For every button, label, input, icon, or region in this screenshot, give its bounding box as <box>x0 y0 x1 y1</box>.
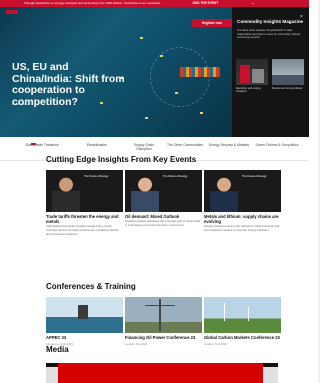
insight-image[interactable]: The Future of Energy <box>46 170 123 212</box>
conference-image[interactable] <box>204 297 281 333</box>
conference-card[interactable]: Financing Oil Power Conference 23 London… <box>125 297 202 346</box>
insight-image-label: The Future of Energy <box>163 175 188 178</box>
conference-image[interactable] <box>46 297 123 333</box>
magazine-caption[interactable]: Metals and mining outlook <box>272 87 304 90</box>
register-button[interactable]: Register now <box>192 19 232 27</box>
join-event-link[interactable]: JOIN THE EVENT <box>192 0 218 7</box>
magazine-thumb[interactable] <box>272 59 304 85</box>
ship-graphic <box>140 37 143 39</box>
magazine-thumb[interactable] <box>236 59 268 85</box>
conference-title[interactable]: Financing Oil Power Conference 23 <box>125 335 202 340</box>
ship-wake-graphic <box>150 47 210 107</box>
insight-card[interactable]: The Future of Energy Trade tariffs threa… <box>46 170 123 237</box>
conference-card[interactable]: APPEC 23 Singapore, Sept 2023 <box>46 297 123 346</box>
section-title-insights: Cutting Edge Insights From Key Events <box>46 155 197 164</box>
nav-item[interactable]: Supply Chain Disruption <box>126 143 162 151</box>
conference-meta: London, Oct 2023 <box>125 342 148 347</box>
magazine-panel: × Commodity Insights Magazine Our latest… <box>232 7 309 137</box>
insight-image-label: The Future of Energy <box>242 175 267 178</box>
ship-graphic <box>175 92 178 94</box>
ship-graphic <box>145 117 148 119</box>
top-banner-text: Thought leadership on energy, transport … <box>24 1 161 5</box>
nav-item[interactable]: Green Futures & Geopolitics <box>252 143 302 147</box>
container-ship-graphic <box>180 67 220 77</box>
insight-title[interactable]: Trade tariffs threaten the energy and me… <box>46 214 123 224</box>
ship-graphic <box>200 112 203 114</box>
magazine-title[interactable]: Commodity Insights Magazine <box>237 19 303 24</box>
conference-title[interactable]: APPEC 23 <box>46 335 123 340</box>
conference-image[interactable] <box>125 297 202 333</box>
nav-item[interactable]: Sustainable Transition <box>22 143 62 147</box>
conference-title[interactable]: Global Carbon Markets Conference 23 <box>204 335 281 340</box>
insight-description: A leading analyst discusses the uncertai… <box>125 219 200 227</box>
site-logo[interactable] <box>6 10 18 14</box>
magazine-description: Our latest issue explores the global shi… <box>237 29 301 40</box>
hero-banner[interactable]: Register now US, EU and China/India: Shi… <box>0 7 232 137</box>
insight-image[interactable]: The Future of Energy <box>125 170 202 212</box>
insight-title[interactable]: Metals and lithium: supply chains are ev… <box>204 214 281 224</box>
nav-item[interactable]: Energy Security & Markets <box>207 143 251 147</box>
top-banner: Thought leadership on energy, transport … <box>0 0 309 7</box>
banner-arrow-icon[interactable]: » <box>252 0 254 7</box>
section-title-media: Media <box>46 345 69 354</box>
conference-card[interactable]: Global Carbon Markets Conference 23 Lond… <box>204 297 281 346</box>
media-banner[interactable] <box>46 363 278 383</box>
nav-item[interactable]: Electrification <box>80 143 114 147</box>
hero-read-more[interactable]: Read more » <box>12 102 29 106</box>
insight-card[interactable]: The Future of Energy Oil demand: Mixed O… <box>125 170 202 228</box>
insight-card[interactable]: The Future of Energy Metals and lithium:… <box>204 170 281 233</box>
insight-image-label: The Future of Energy <box>84 175 109 178</box>
insight-description: S&P Global Commodity Insights speaks wit… <box>46 224 119 236</box>
section-title-conferences: Conferences & Training <box>46 282 136 291</box>
conference-meta: London, Nov 2023 <box>204 342 227 347</box>
ship-graphic <box>160 55 163 57</box>
nav-item[interactable]: The Other Commodities <box>165 143 205 147</box>
magazine-caption[interactable]: Electricity and energy transition <box>236 87 268 94</box>
insight-description: Industry leaders examine the outlook for… <box>204 224 280 233</box>
media-banner-image[interactable] <box>58 363 263 383</box>
insight-image[interactable]: The Future of Energy <box>204 170 281 212</box>
